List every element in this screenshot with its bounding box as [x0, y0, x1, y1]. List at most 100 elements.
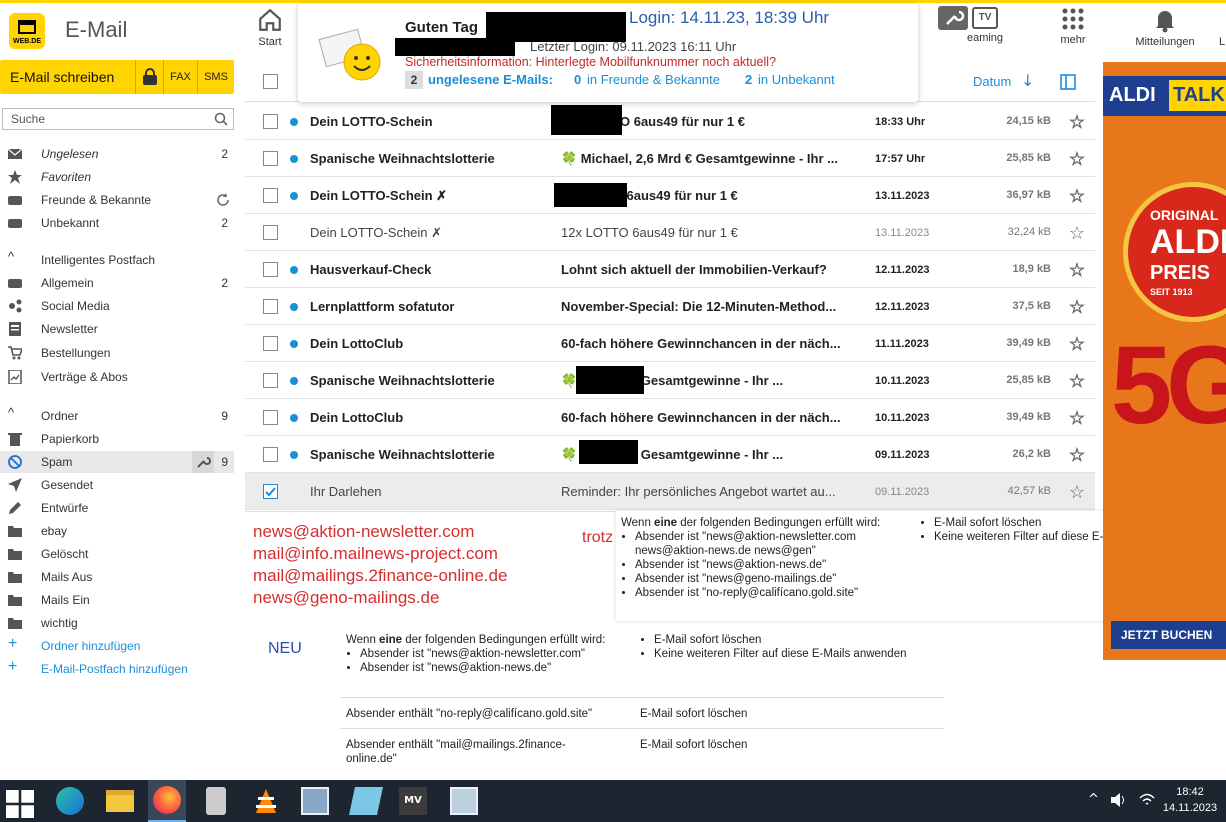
unread-label[interactable]: ungelesene E-Mails:	[428, 72, 553, 87]
star-icon[interactable]: ☆	[1069, 223, 1085, 244]
mail-row[interactable]: Dein LottoClub 60-fach höhere Gewinnchanc…	[245, 325, 1095, 362]
mail-row[interactable]: Hausverkauf-Check Lohnt sich aktuell der …	[245, 251, 1095, 288]
star-icon[interactable]: ☆	[1069, 149, 1085, 170]
sidebar-item-folder-deleted[interactable]: Gelöscht	[0, 543, 234, 565]
layout-toggle-icon[interactable]	[1060, 74, 1076, 90]
sidebar-item-newsletter[interactable]: Newsletter	[0, 318, 234, 340]
sidebar-item-folder-mails-out[interactable]: Mails Aus	[0, 566, 234, 588]
star-icon[interactable]: ☆	[1069, 260, 1085, 281]
star-icon[interactable]: ☆	[1069, 186, 1085, 207]
friends-count[interactable]: 0	[574, 72, 581, 87]
star-icon[interactable]: ☆	[1069, 112, 1085, 133]
paint-app-icon[interactable]	[301, 787, 329, 815]
mail-row[interactable]: Ihr Darlehen Reminder: Ihr persönliches A…	[245, 473, 1095, 510]
sidebar-item-friends[interactable]: Freunde & Bekannte	[0, 189, 234, 211]
unknown-link[interactable]: in Unbekannt	[758, 72, 835, 87]
star-icon[interactable]: ☆	[1069, 334, 1085, 355]
nav-more[interactable]: mehr	[1038, 7, 1108, 46]
sort-date-button[interactable]: Datum	[973, 74, 1011, 89]
vlc-icon[interactable]	[252, 787, 280, 815]
compose-button[interactable]: E-Mail schreiben	[0, 60, 135, 94]
sidebar-item-general[interactable]: Allgemein 2	[0, 272, 234, 294]
search-input[interactable]: Suche	[2, 108, 234, 130]
wifi-icon[interactable]	[1138, 792, 1156, 808]
system-clock[interactable]: 18:42 14.11.2023	[1160, 784, 1220, 816]
secure-mail-button[interactable]	[135, 60, 163, 94]
row-checkbox[interactable]	[263, 188, 278, 203]
star-icon[interactable]: ☆	[1069, 371, 1085, 392]
sidebar-item-social[interactable]: Social Media	[0, 295, 234, 317]
windows-start-icon[interactable]	[6, 790, 34, 818]
sidebar-item-contracts[interactable]: Verträge & Abos	[0, 366, 234, 388]
logo-text: WEB.DE	[13, 38, 41, 45]
mail-row[interactable]: Dein LOTTO-Schein ✗ 2x LOTTO 6aus49 für n…	[245, 177, 1095, 214]
photo-app-icon[interactable]	[450, 787, 478, 815]
edge-browser-icon[interactable]	[56, 787, 84, 815]
sidebar-item-spam[interactable]: Spam 9	[0, 451, 234, 473]
tray-chevron-icon[interactable]: ^	[1088, 792, 1099, 807]
sidebar-item-sent[interactable]: Gesendet	[0, 474, 234, 496]
sidebar-item-folder-ebay[interactable]: ebay	[0, 520, 234, 542]
mail-sender: Hausverkauf-Check	[310, 262, 432, 277]
add-mailbox-link[interactable]: + E-Mail-Postfach hinzufügen	[0, 658, 234, 680]
row-checkbox[interactable]	[263, 373, 278, 388]
volume-icon[interactable]	[1110, 792, 1128, 808]
row-checkbox[interactable]	[263, 114, 278, 129]
star-icon[interactable]: ☆	[1069, 445, 1085, 466]
magix-video-icon[interactable]: MV	[399, 787, 427, 815]
mail-date: 17:57 Uhr	[875, 153, 926, 165]
star-icon[interactable]: ☆	[1069, 297, 1085, 318]
select-all-checkbox[interactable]	[263, 74, 278, 89]
row-checkbox[interactable]	[263, 336, 278, 351]
row-checkbox[interactable]	[263, 151, 278, 166]
sidebar-item-unread[interactable]: Ungelesen 2	[0, 143, 234, 165]
nav-start[interactable]: Start	[235, 7, 305, 48]
fax-button[interactable]: FAX	[163, 60, 197, 94]
row-checkbox[interactable]	[263, 447, 278, 462]
sms-button[interactable]: SMS	[197, 60, 234, 94]
sidebar-item-trash[interactable]: Papierkorb	[0, 428, 234, 450]
nav-notifications[interactable]: Mitteilungen	[1128, 7, 1202, 48]
nav-start-label: Start	[258, 36, 282, 48]
mail-row[interactable]: Lernplattform sofatutor November-Special:…	[245, 288, 1095, 325]
sidebar-item-orders[interactable]: Bestellungen	[0, 342, 234, 364]
friends-link[interactable]: in Freunde & Bekannte	[587, 72, 720, 87]
sidebar-item-unknown[interactable]: Unbekannt 2	[0, 212, 234, 234]
sidebar-item-folder-important[interactable]: wichtig	[0, 612, 234, 634]
firefox-active-tab[interactable]	[148, 780, 186, 822]
ad-cta-button[interactable]: JETZT BUCHEN	[1111, 621, 1226, 649]
nav-login[interactable]: L	[1212, 36, 1226, 48]
mail-row[interactable]: Dein LOTTO-Schein ✗ 12x LOTTO 6aus49 für …	[245, 214, 1095, 251]
row-checkbox[interactable]	[263, 484, 278, 499]
mail-row[interactable]: Dein LottoClub 60-fach höhere Gewinnchanc…	[245, 399, 1095, 436]
row-checkbox[interactable]	[263, 225, 278, 240]
star-icon[interactable]: ☆	[1069, 408, 1085, 429]
mail-row[interactable]: Spanische Weihnachtslotterie 🍀 2,6 Mrd € …	[245, 362, 1095, 399]
add-folder-link[interactable]: + Ordner hinzufügen	[0, 635, 234, 657]
aldi-talk-ad[interactable]: ALDI TALK ORIGINAL ALDI PREIS SEIT 1913 …	[1103, 62, 1226, 660]
row-checkbox[interactable]	[263, 262, 278, 277]
row-checkbox[interactable]	[263, 410, 278, 425]
folder-settings-button[interactable]	[192, 451, 214, 473]
mail-row[interactable]: Spanische Weihnachtslotterie 🍀 Michael, 2…	[245, 140, 1095, 177]
file-explorer-icon[interactable]	[106, 790, 134, 812]
mail-row[interactable]: Spanische Weihnachtslotterie 🍀 2,6 Mrd € …	[245, 436, 1095, 473]
search-icon[interactable]	[214, 112, 228, 126]
refresh-icon[interactable]	[216, 193, 230, 207]
spam-block-icon	[8, 455, 22, 469]
notes-app-icon[interactable]	[349, 787, 383, 815]
webde-logo[interactable]: WEB.DE	[9, 13, 45, 49]
arrow-down-icon[interactable]: ↓	[1021, 71, 1034, 90]
security-info-link[interactable]: Sicherheitsinformation: Hinterlegte Mobi…	[405, 55, 776, 69]
unknown-count[interactable]: 2	[745, 72, 752, 87]
speaker-app-icon[interactable]	[206, 787, 226, 815]
star-icon[interactable]: ☆	[1069, 482, 1085, 503]
mail-row[interactable]: Dein LOTTO-Schein 12x LOTTO 6aus49 für nu…	[245, 103, 1095, 140]
smart-inbox-header[interactable]: ^ Intelligentes Postfach	[0, 249, 234, 271]
sidebar-item-folder-mails-in[interactable]: Mails Ein	[0, 589, 234, 611]
sidebar-item-favorites[interactable]: Favoriten	[0, 166, 234, 188]
nav-streaming[interactable]: TV eaming	[950, 7, 1020, 44]
sidebar-item-drafts[interactable]: Entwürfe	[0, 497, 234, 519]
row-checkbox[interactable]	[263, 299, 278, 314]
folders-header[interactable]: ^ Ordner 9	[0, 405, 234, 427]
